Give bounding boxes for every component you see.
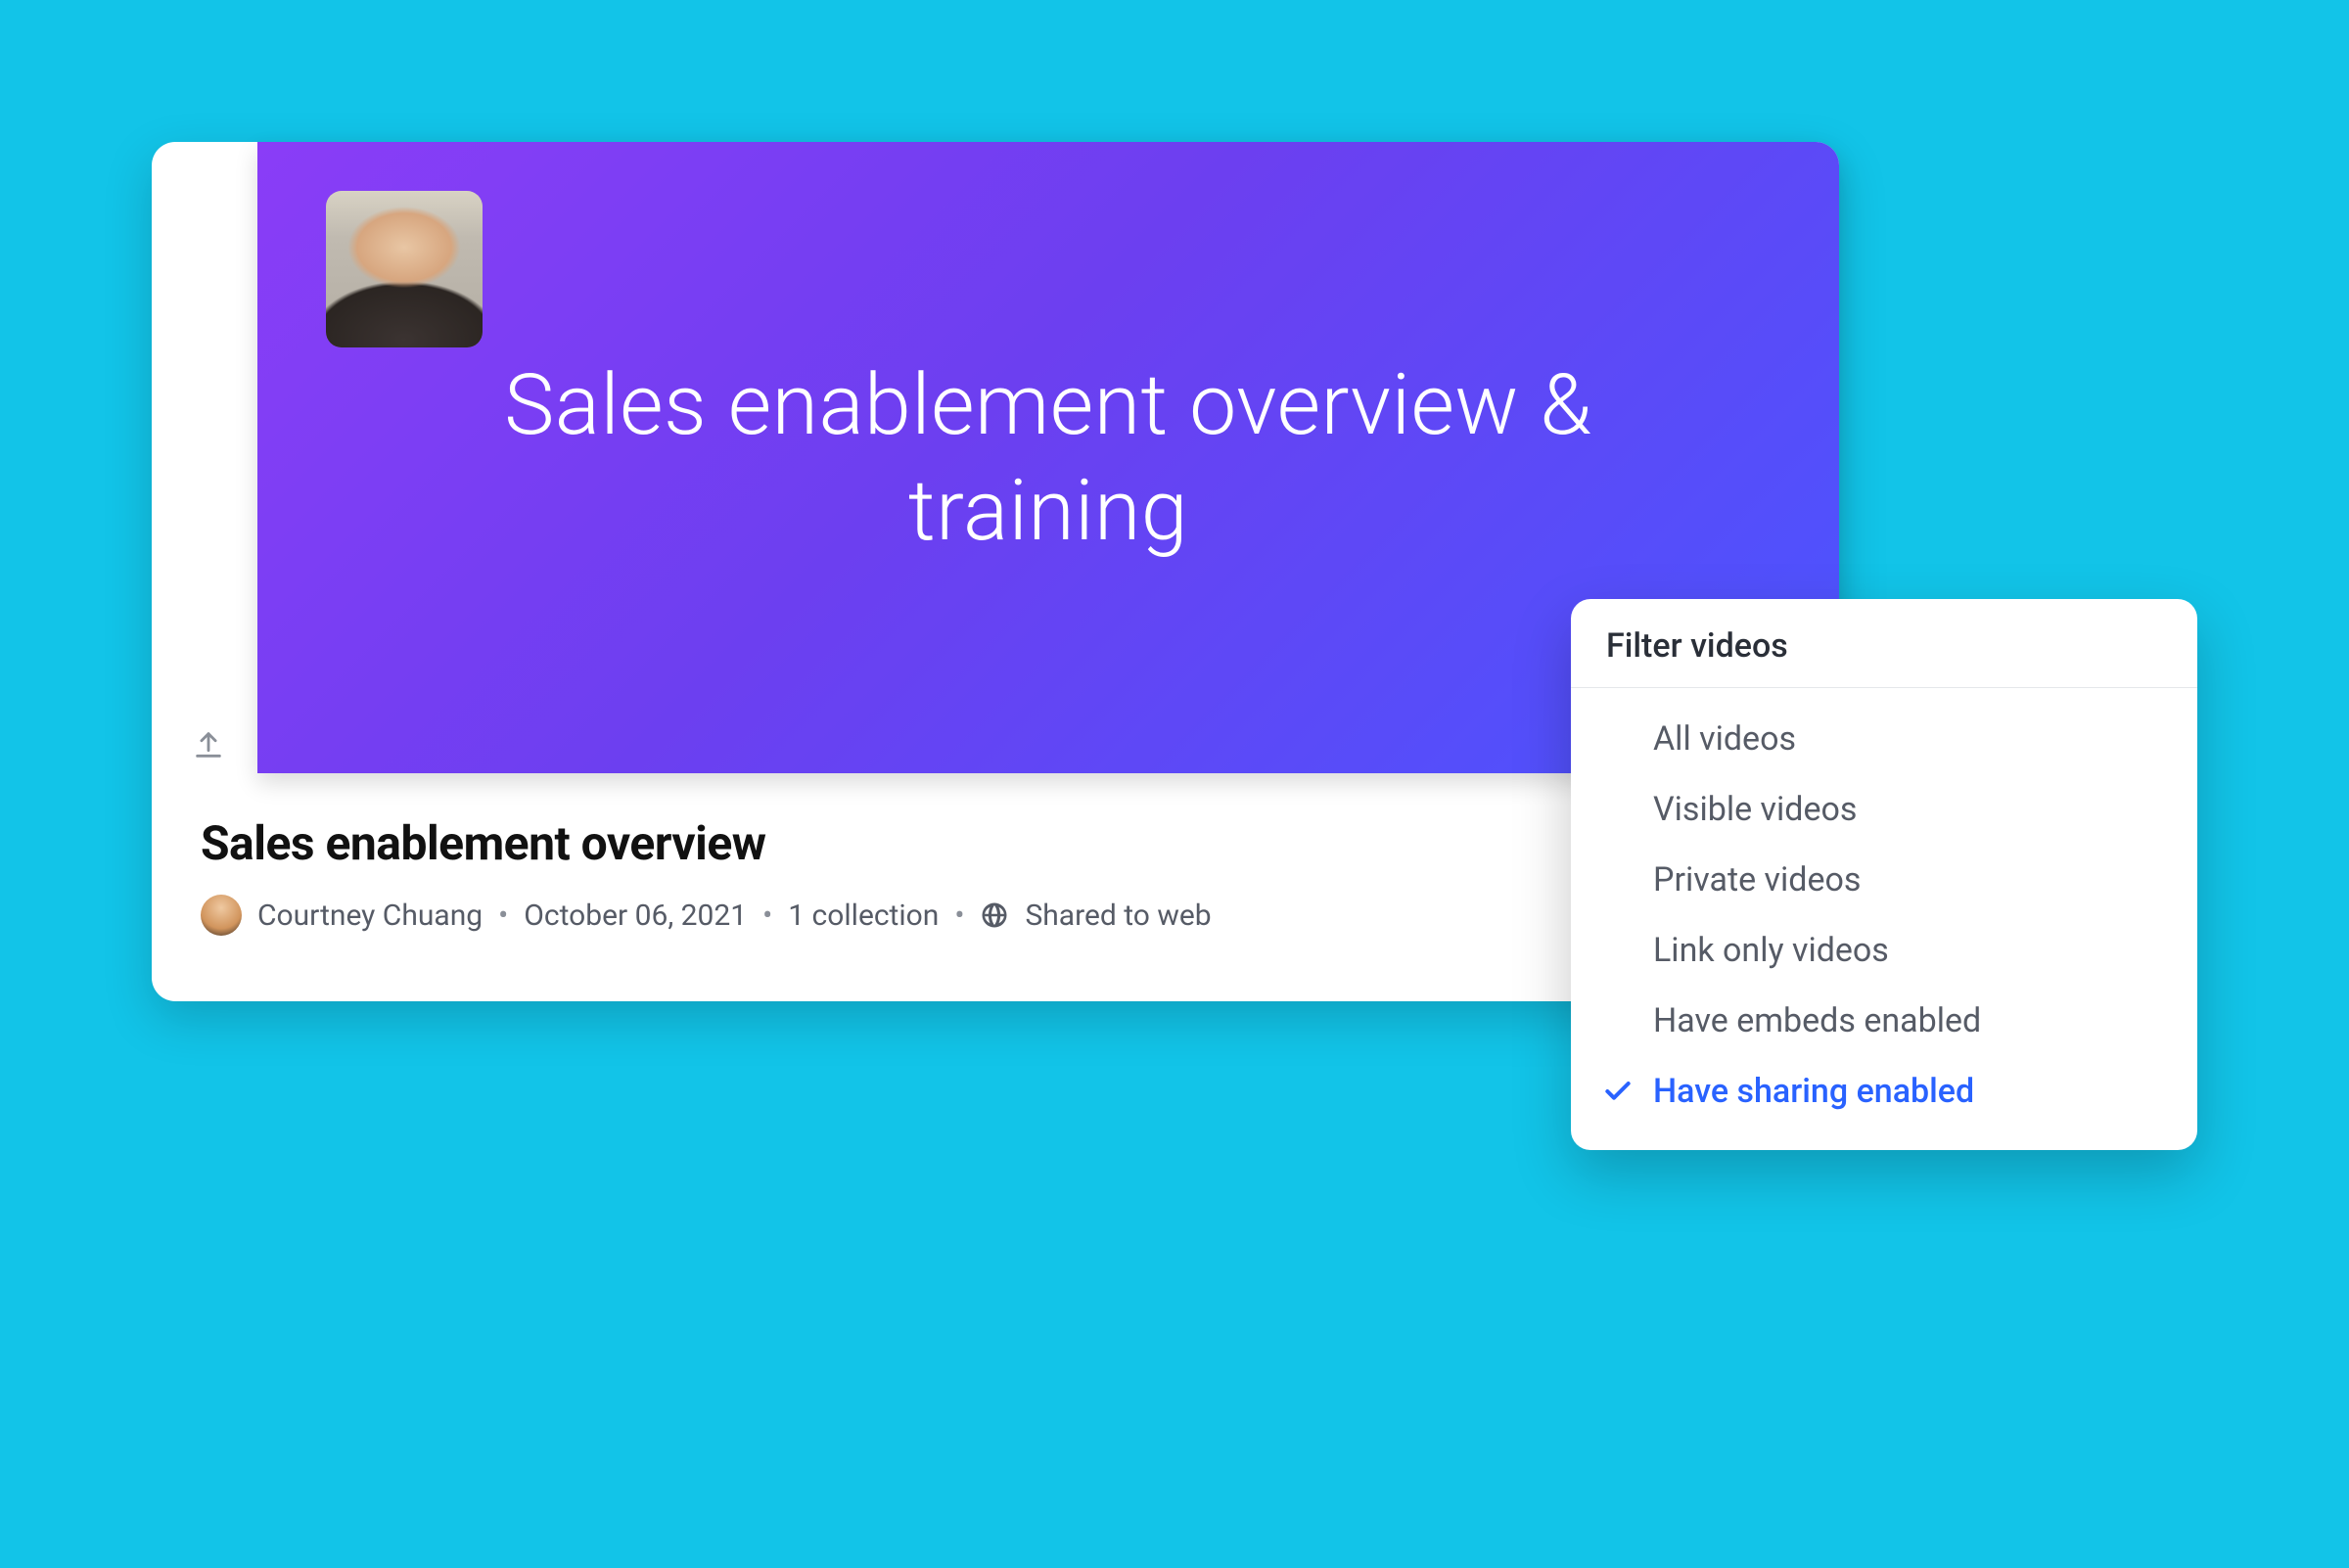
- upload-icon[interactable]: [189, 725, 228, 764]
- filter-option-label: Visible videos: [1653, 790, 1857, 829]
- globe-icon: [980, 900, 1009, 930]
- video-meta: Courtney Chuang • October 06, 2021 • 1 c…: [201, 895, 1790, 936]
- filter-option-label: All videos: [1653, 719, 1796, 759]
- filter-option-label: Link only videos: [1653, 931, 1889, 970]
- meta-separator: •: [954, 899, 964, 933]
- sharing-status[interactable]: Shared to web: [1025, 899, 1211, 933]
- filter-option-visible[interactable]: Visible videos: [1571, 774, 2197, 845]
- filter-dropdown: Filter videos All videos Visible videos …: [1571, 599, 2197, 1150]
- video-details: Sales enablement overview Courtney Chuan…: [201, 815, 1790, 936]
- filter-option-embeds[interactable]: Have embeds enabled: [1571, 986, 2197, 1056]
- filter-option-label: Have sharing enabled: [1653, 1072, 1974, 1111]
- filter-option-label: Private videos: [1653, 860, 1861, 899]
- video-title: Sales enablement overview: [201, 815, 1790, 871]
- hero-title: Sales enablement overview & training: [461, 352, 1635, 563]
- meta-separator: •: [498, 899, 508, 933]
- collection-count[interactable]: 1 collection: [788, 899, 939, 933]
- presenter-avatar: [326, 191, 483, 347]
- filter-option-sharing[interactable]: Have sharing enabled: [1571, 1056, 2197, 1127]
- author-avatar[interactable]: [201, 895, 242, 936]
- filter-option-all[interactable]: All videos: [1571, 704, 2197, 774]
- filter-option-private[interactable]: Private videos: [1571, 845, 2197, 915]
- filter-option-link-only[interactable]: Link only videos: [1571, 915, 2197, 986]
- video-date: October 06, 2021: [524, 899, 747, 933]
- check-icon: [1602, 1076, 1634, 1107]
- filter-option-list: All videos Visible videos Private videos…: [1571, 688, 2197, 1150]
- filter-option-label: Have embeds enabled: [1653, 1001, 1981, 1040]
- author-name[interactable]: Courtney Chuang: [257, 899, 483, 933]
- meta-separator: •: [762, 899, 772, 933]
- filter-dropdown-title: Filter videos: [1571, 599, 2197, 688]
